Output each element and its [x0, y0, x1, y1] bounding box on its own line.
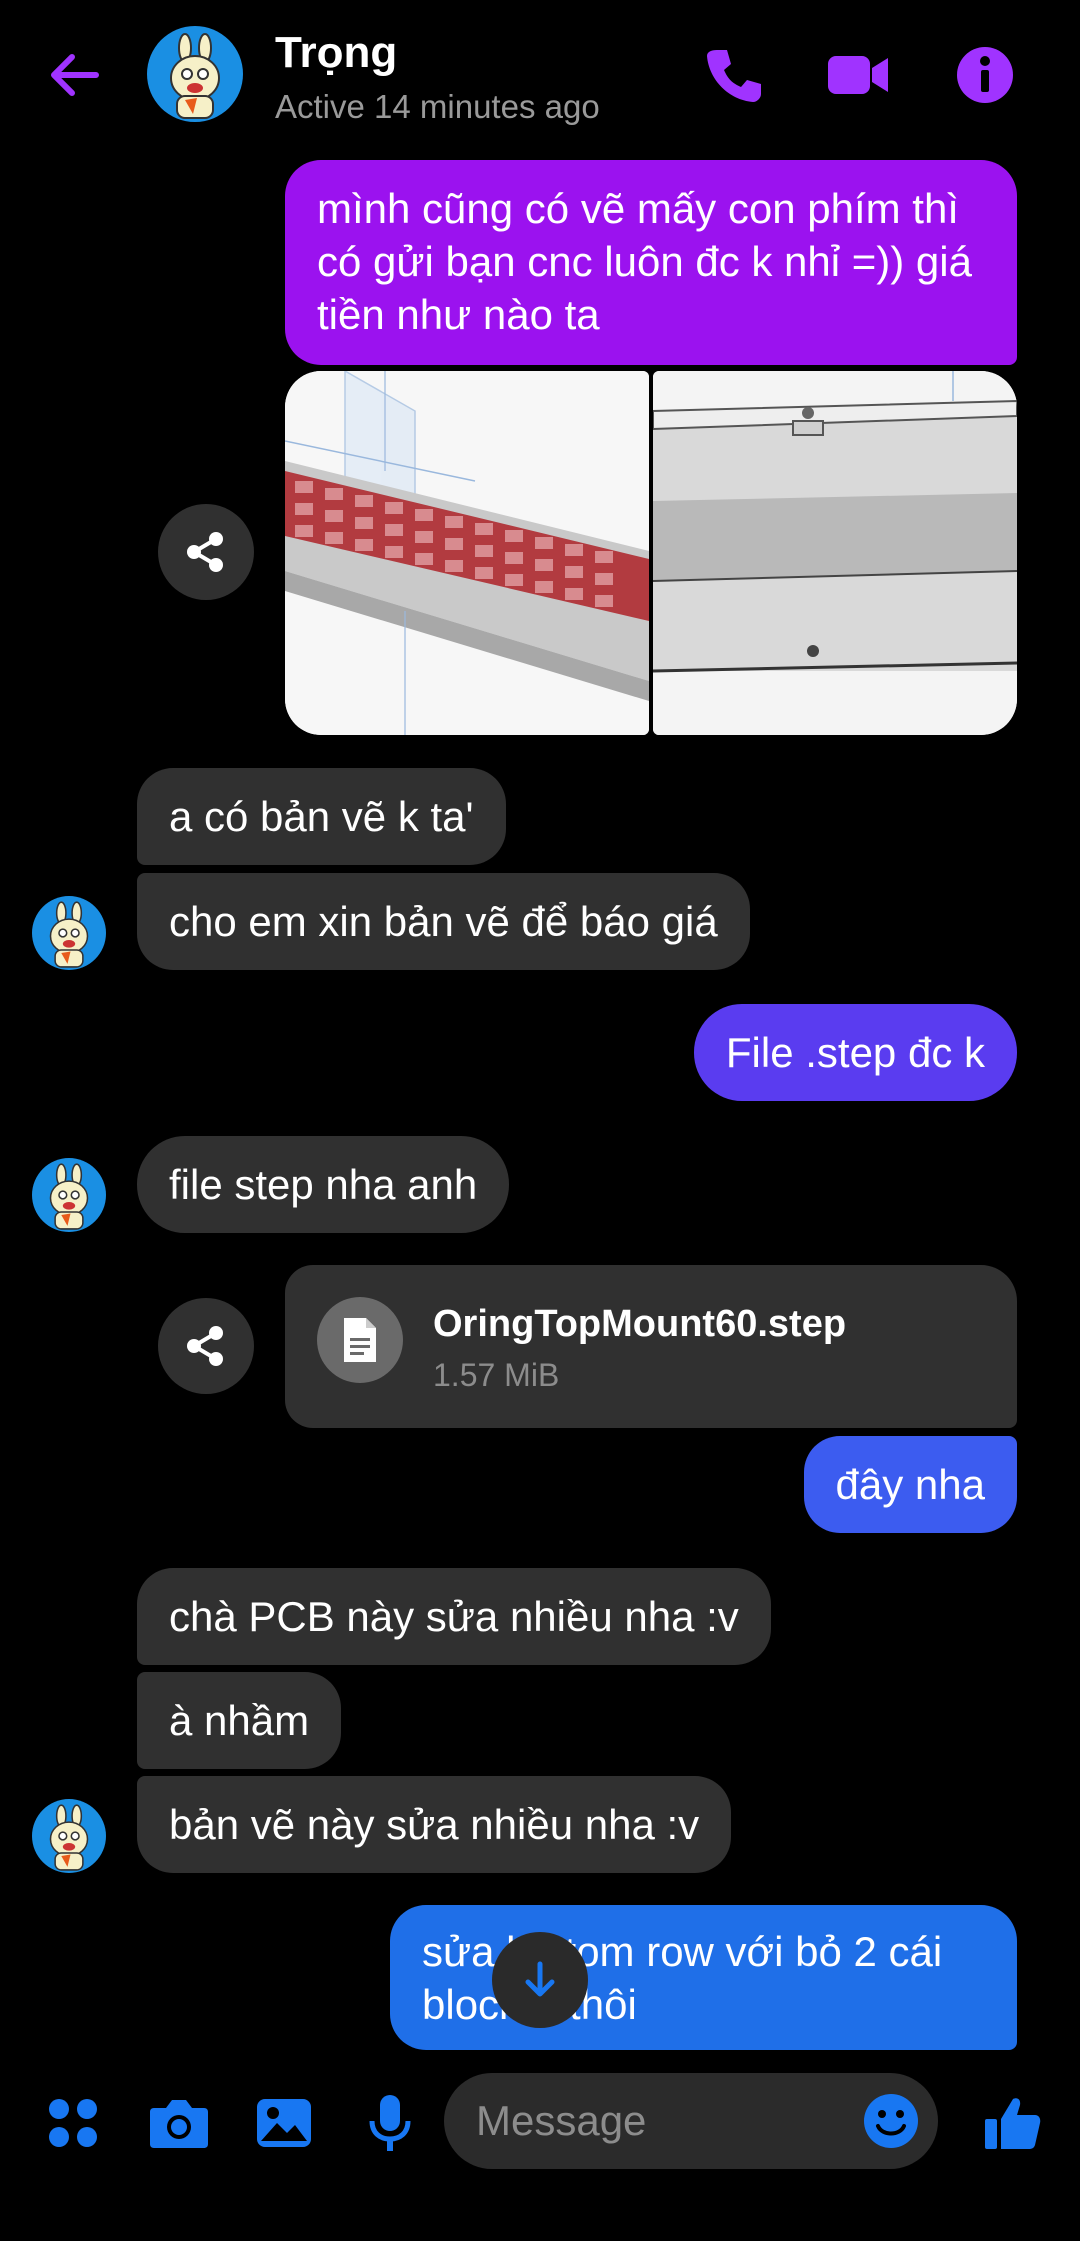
- sender-avatar[interactable]: [32, 896, 106, 970]
- file-attachment[interactable]: OringTopMount60.step 1.57 MiB: [285, 1265, 1017, 1428]
- share-icon: [187, 1326, 223, 1366]
- mic-icon[interactable]: [355, 2088, 425, 2158]
- message-text: à nhầm: [169, 1697, 310, 1744]
- back-arrow-icon[interactable]: [40, 40, 110, 110]
- apps-icon[interactable]: [38, 2088, 108, 2158]
- message-text: chà PCB này sửa nhiều nha :v: [169, 1593, 739, 1640]
- file-size: 1.57 MiB: [433, 1357, 560, 1393]
- arrow-down-icon: [525, 1961, 555, 1997]
- message-text: đây nha: [835, 1461, 985, 1508]
- thumbs-up-icon[interactable]: [978, 2088, 1048, 2158]
- shared-image-case[interactable]: [653, 371, 1017, 735]
- message-bubble-incoming[interactable]: cho em xin bản vẽ để báo giá: [137, 873, 750, 970]
- file-icon: [317, 1297, 403, 1383]
- message-text: mình cũng có vẽ mấy con phím thì có gửi …: [317, 185, 972, 338]
- message-text: File .step đc k: [725, 1029, 985, 1076]
- share-button[interactable]: [158, 504, 254, 600]
- message-text: file step nha anh: [169, 1161, 478, 1208]
- phone-icon[interactable]: [699, 40, 769, 110]
- gallery-icon[interactable]: [249, 2088, 319, 2158]
- avatar[interactable]: [147, 26, 243, 122]
- emoji-icon[interactable]: [856, 2086, 926, 2156]
- message-bubble-incoming[interactable]: chà PCB này sửa nhiều nha :v: [137, 1568, 771, 1665]
- video-icon[interactable]: [824, 40, 894, 110]
- share-button[interactable]: [158, 1298, 254, 1394]
- camera-icon[interactable]: [144, 2088, 214, 2158]
- sender-avatar[interactable]: [32, 1158, 106, 1232]
- scroll-to-bottom-button[interactable]: [492, 1932, 588, 2028]
- chat-header: Trọng Active 14 minutes ago: [0, 0, 1080, 150]
- share-icon: [187, 532, 223, 572]
- file-name: OringTopMount60.step: [433, 1303, 847, 1345]
- message-bubble-outgoing[interactable]: mình cũng có vẽ mấy con phím thì có gửi …: [285, 160, 1017, 365]
- contact-name[interactable]: Trọng: [275, 28, 397, 78]
- message-bubble-outgoing[interactable]: đây nha: [803, 1436, 1017, 1533]
- message-text: bản vẽ này sửa nhiều nha :v: [169, 1801, 700, 1848]
- active-status: Active 14 minutes ago: [275, 88, 600, 125]
- info-icon[interactable]: [950, 40, 1020, 110]
- shared-image-keyboard[interactable]: [285, 371, 649, 735]
- message-bubble-incoming[interactable]: à nhầm: [137, 1672, 342, 1769]
- message-bubble-incoming[interactable]: file step nha anh: [137, 1136, 510, 1233]
- message-bubble-incoming[interactable]: a có bản vẽ k ta': [137, 768, 506, 865]
- message-bubble-outgoing[interactable]: File .step đc k: [693, 1004, 1017, 1101]
- message-text: cho em xin bản vẽ để báo giá: [169, 898, 718, 945]
- message-bubble-outgoing[interactable]: sửa bottom row với bỏ 2 cái blocker thôi: [390, 1905, 1017, 2050]
- sender-avatar[interactable]: [32, 1799, 106, 1873]
- message-text: a có bản vẽ k ta': [169, 793, 474, 840]
- message-bubble-incoming[interactable]: bản vẽ này sửa nhiều nha :v: [137, 1776, 732, 1873]
